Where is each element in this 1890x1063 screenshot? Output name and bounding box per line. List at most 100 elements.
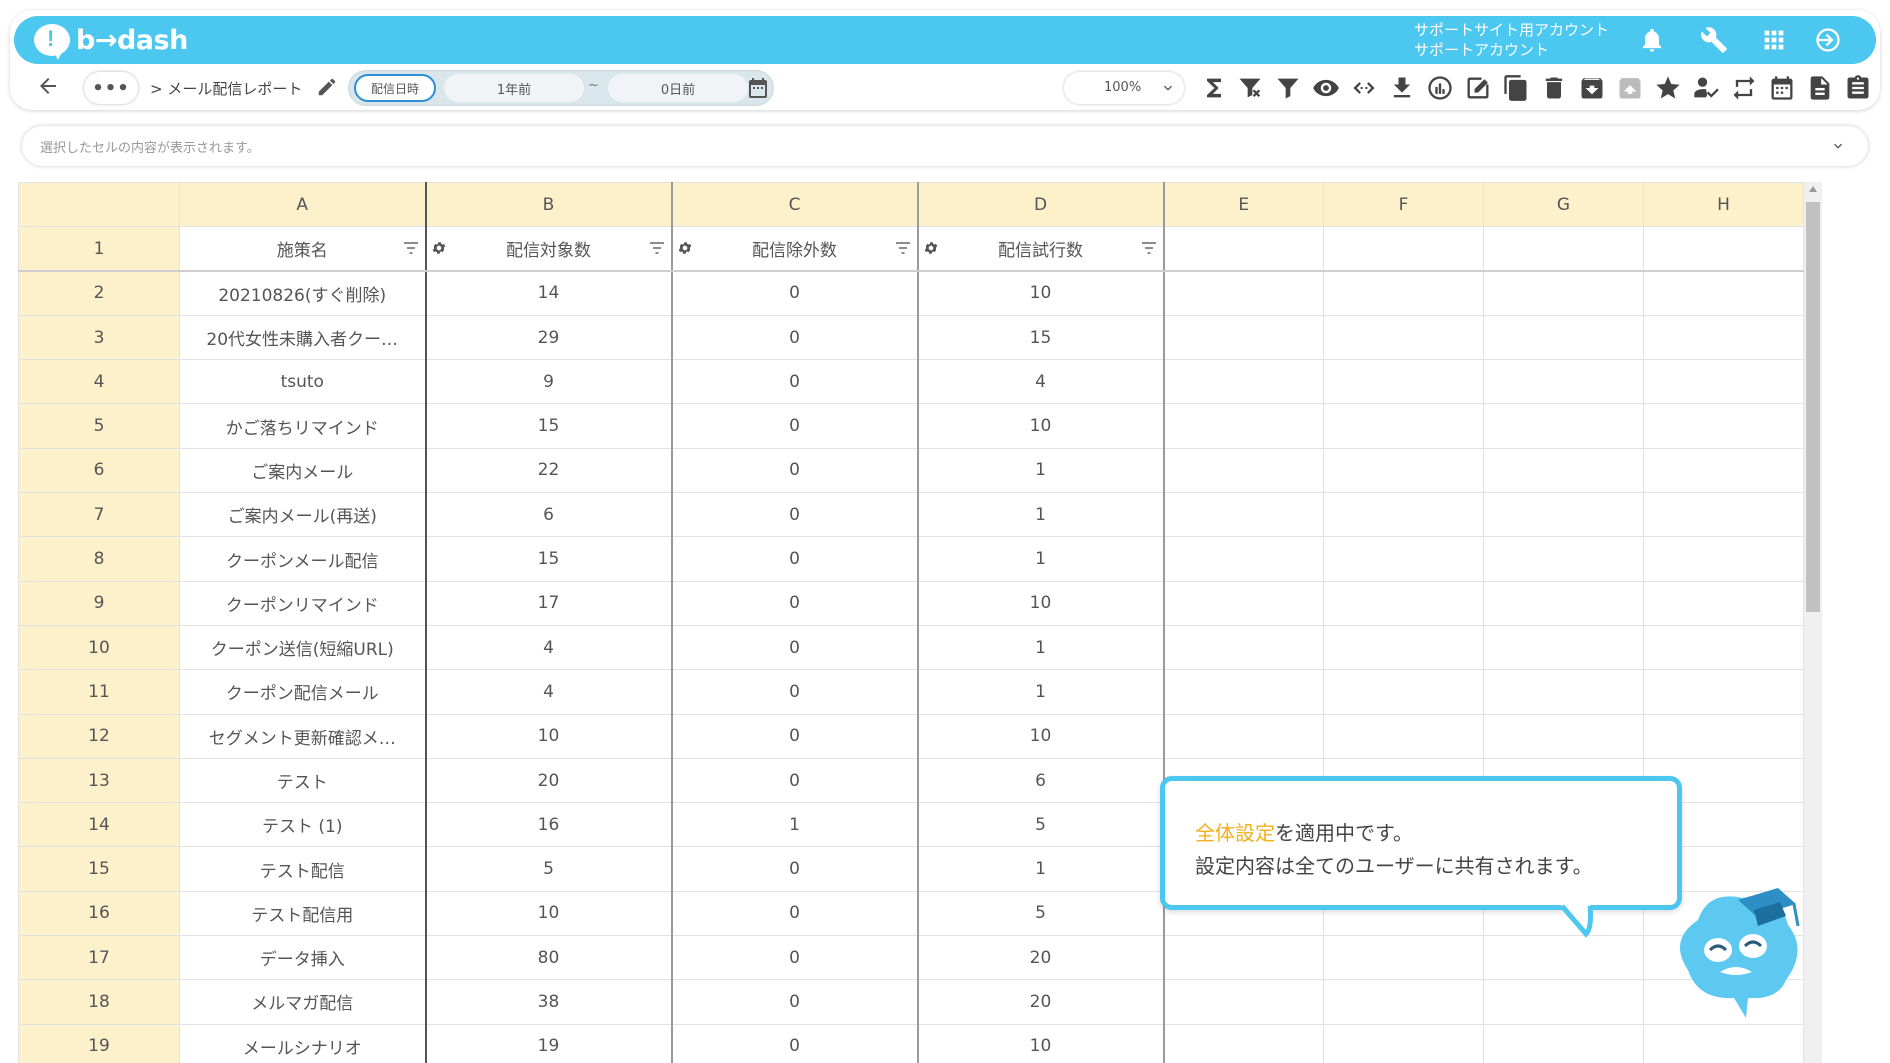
empty-cell[interactable]	[1483, 492, 1644, 538]
unarchive-icon[interactable]	[1616, 74, 1644, 102]
empty-cell[interactable]	[1643, 492, 1804, 538]
cell-target-count[interactable]: 19	[425, 1023, 673, 1063]
breadcrumb-more-button[interactable]: •••	[84, 72, 138, 104]
row-number[interactable]: 14	[18, 802, 180, 848]
cell-excluded-count[interactable]: 0	[671, 580, 919, 626]
copy-icon[interactable]	[1502, 74, 1530, 102]
empty-cell[interactable]	[1483, 935, 1644, 981]
empty-cell[interactable]	[1163, 536, 1324, 582]
cell-campaign-name[interactable]: テスト配信用	[179, 890, 427, 937]
row-number[interactable]: 19	[18, 1023, 180, 1063]
chart-icon[interactable]	[1426, 74, 1454, 102]
row-number[interactable]: 6	[18, 447, 180, 494]
empty-cell[interactable]	[1323, 624, 1484, 671]
column-header-g[interactable]: G	[1483, 182, 1644, 228]
empty-cell[interactable]	[1483, 447, 1644, 494]
cell-campaign-name[interactable]: ご案内メール	[179, 447, 427, 494]
logout-icon[interactable]	[1814, 26, 1842, 54]
cell-excluded-count[interactable]: 0	[671, 757, 919, 804]
date-from-input[interactable]: 1年前	[444, 74, 584, 102]
sum-icon[interactable]	[1200, 74, 1228, 102]
cell-target-count[interactable]: 80	[425, 935, 673, 981]
cell-target-count[interactable]: 15	[425, 403, 673, 449]
column-header-b[interactable]: B	[425, 182, 673, 228]
star-icon[interactable]	[1654, 74, 1682, 102]
filter-icon[interactable]	[1274, 74, 1302, 102]
cell-campaign-name[interactable]: かご落ちリマインド	[179, 403, 427, 449]
empty-cell[interactable]	[1323, 580, 1484, 626]
empty-cell[interactable]	[1643, 713, 1804, 759]
empty-cell[interactable]	[1163, 314, 1324, 361]
empty-cell[interactable]	[1483, 1023, 1644, 1063]
cell-excluded-count[interactable]: 0	[671, 492, 919, 538]
empty-cell[interactable]	[1643, 580, 1804, 626]
cell-target-count[interactable]: 6	[425, 492, 673, 538]
cell-attempt-count[interactable]: 10	[917, 580, 1165, 626]
scrollbar-thumb[interactable]	[1806, 202, 1820, 612]
empty-cell[interactable]	[1483, 580, 1644, 626]
empty-cell[interactable]	[1163, 669, 1324, 715]
empty-cell[interactable]	[1483, 226, 1644, 273]
cell-campaign-name[interactable]: tsuto	[179, 359, 427, 405]
cell-target-count[interactable]: 10	[425, 890, 673, 937]
row-number[interactable]: 10	[18, 624, 180, 671]
cell-target-count[interactable]: 16	[425, 802, 673, 848]
cell-target-count[interactable]: 9	[425, 359, 673, 405]
empty-cell[interactable]	[1323, 314, 1484, 361]
row-number[interactable]: 2	[18, 270, 180, 316]
cell-target-count[interactable]: 10	[425, 713, 673, 759]
cell-attempt-count[interactable]: 20	[917, 979, 1165, 1025]
cell-campaign-name[interactable]: テスト配信	[179, 846, 427, 892]
cell-target-count[interactable]: 20	[425, 757, 673, 804]
edit-icon[interactable]	[1464, 74, 1492, 102]
row-number[interactable]: 1	[18, 226, 180, 273]
empty-cell[interactable]	[1323, 270, 1484, 316]
cell-attempt-count[interactable]: 10	[917, 1023, 1165, 1063]
empty-cell[interactable]	[1643, 536, 1804, 582]
cell-campaign-name[interactable]: メールシナリオ	[179, 1023, 427, 1063]
empty-cell[interactable]	[1323, 1023, 1484, 1063]
empty-cell[interactable]	[1643, 226, 1804, 273]
account-info[interactable]: サポートサイト用アカウント サポートアカウント	[1414, 20, 1609, 60]
cell-campaign-name[interactable]: ご案内メール(再送)	[179, 492, 427, 538]
wrench-icon[interactable]	[1700, 26, 1728, 54]
column-header-e[interactable]: E	[1163, 182, 1324, 228]
empty-cell[interactable]	[1163, 447, 1324, 494]
cell-attempt-count[interactable]: 10	[917, 713, 1165, 759]
calendar-icon[interactable]	[1768, 74, 1796, 102]
empty-cell[interactable]	[1163, 935, 1324, 981]
empty-cell[interactable]	[1323, 979, 1484, 1025]
column-header-f[interactable]: F	[1323, 182, 1484, 228]
cell-excluded-count[interactable]: 0	[671, 359, 919, 405]
row-number[interactable]: 5	[18, 403, 180, 449]
empty-cell[interactable]	[1643, 1023, 1804, 1063]
zoom-select[interactable]: 100%	[1064, 72, 1184, 104]
cell-attempt-count[interactable]: 10	[917, 270, 1165, 316]
cell-attempt-count[interactable]: 10	[917, 403, 1165, 449]
cell-attempt-count[interactable]: 5	[917, 802, 1165, 848]
empty-cell[interactable]	[1483, 669, 1644, 715]
cell-excluded-count[interactable]: 0	[671, 935, 919, 981]
empty-cell[interactable]	[1323, 669, 1484, 715]
row-number[interactable]: 18	[18, 979, 180, 1025]
empty-cell[interactable]	[1163, 979, 1324, 1025]
cell-campaign-name[interactable]: クーポンリマインド	[179, 580, 427, 626]
rename-pencil-icon[interactable]	[316, 76, 338, 98]
column-header-c[interactable]: C	[671, 182, 919, 228]
empty-cell[interactable]	[1643, 447, 1804, 494]
logo[interactable]: b→dash	[34, 22, 188, 60]
empty-cell[interactable]	[1163, 492, 1324, 538]
empty-cell[interactable]	[1323, 536, 1484, 582]
row-number[interactable]: 3	[18, 314, 180, 361]
chevron-down-icon[interactable]	[1830, 138, 1846, 154]
empty-cell[interactable]	[1163, 713, 1324, 759]
column-filter-icon[interactable]	[649, 241, 665, 255]
field-header-cell[interactable]: 配信試行数	[917, 226, 1165, 273]
empty-cell[interactable]	[1163, 403, 1324, 449]
cell-attempt-count[interactable]: 15	[917, 314, 1165, 361]
gear-icon[interactable]	[677, 240, 693, 256]
document-icon[interactable]	[1806, 74, 1834, 102]
empty-cell[interactable]	[1323, 935, 1484, 981]
cell-target-count[interactable]: 29	[425, 314, 673, 361]
row-number[interactable]: 17	[18, 935, 180, 981]
